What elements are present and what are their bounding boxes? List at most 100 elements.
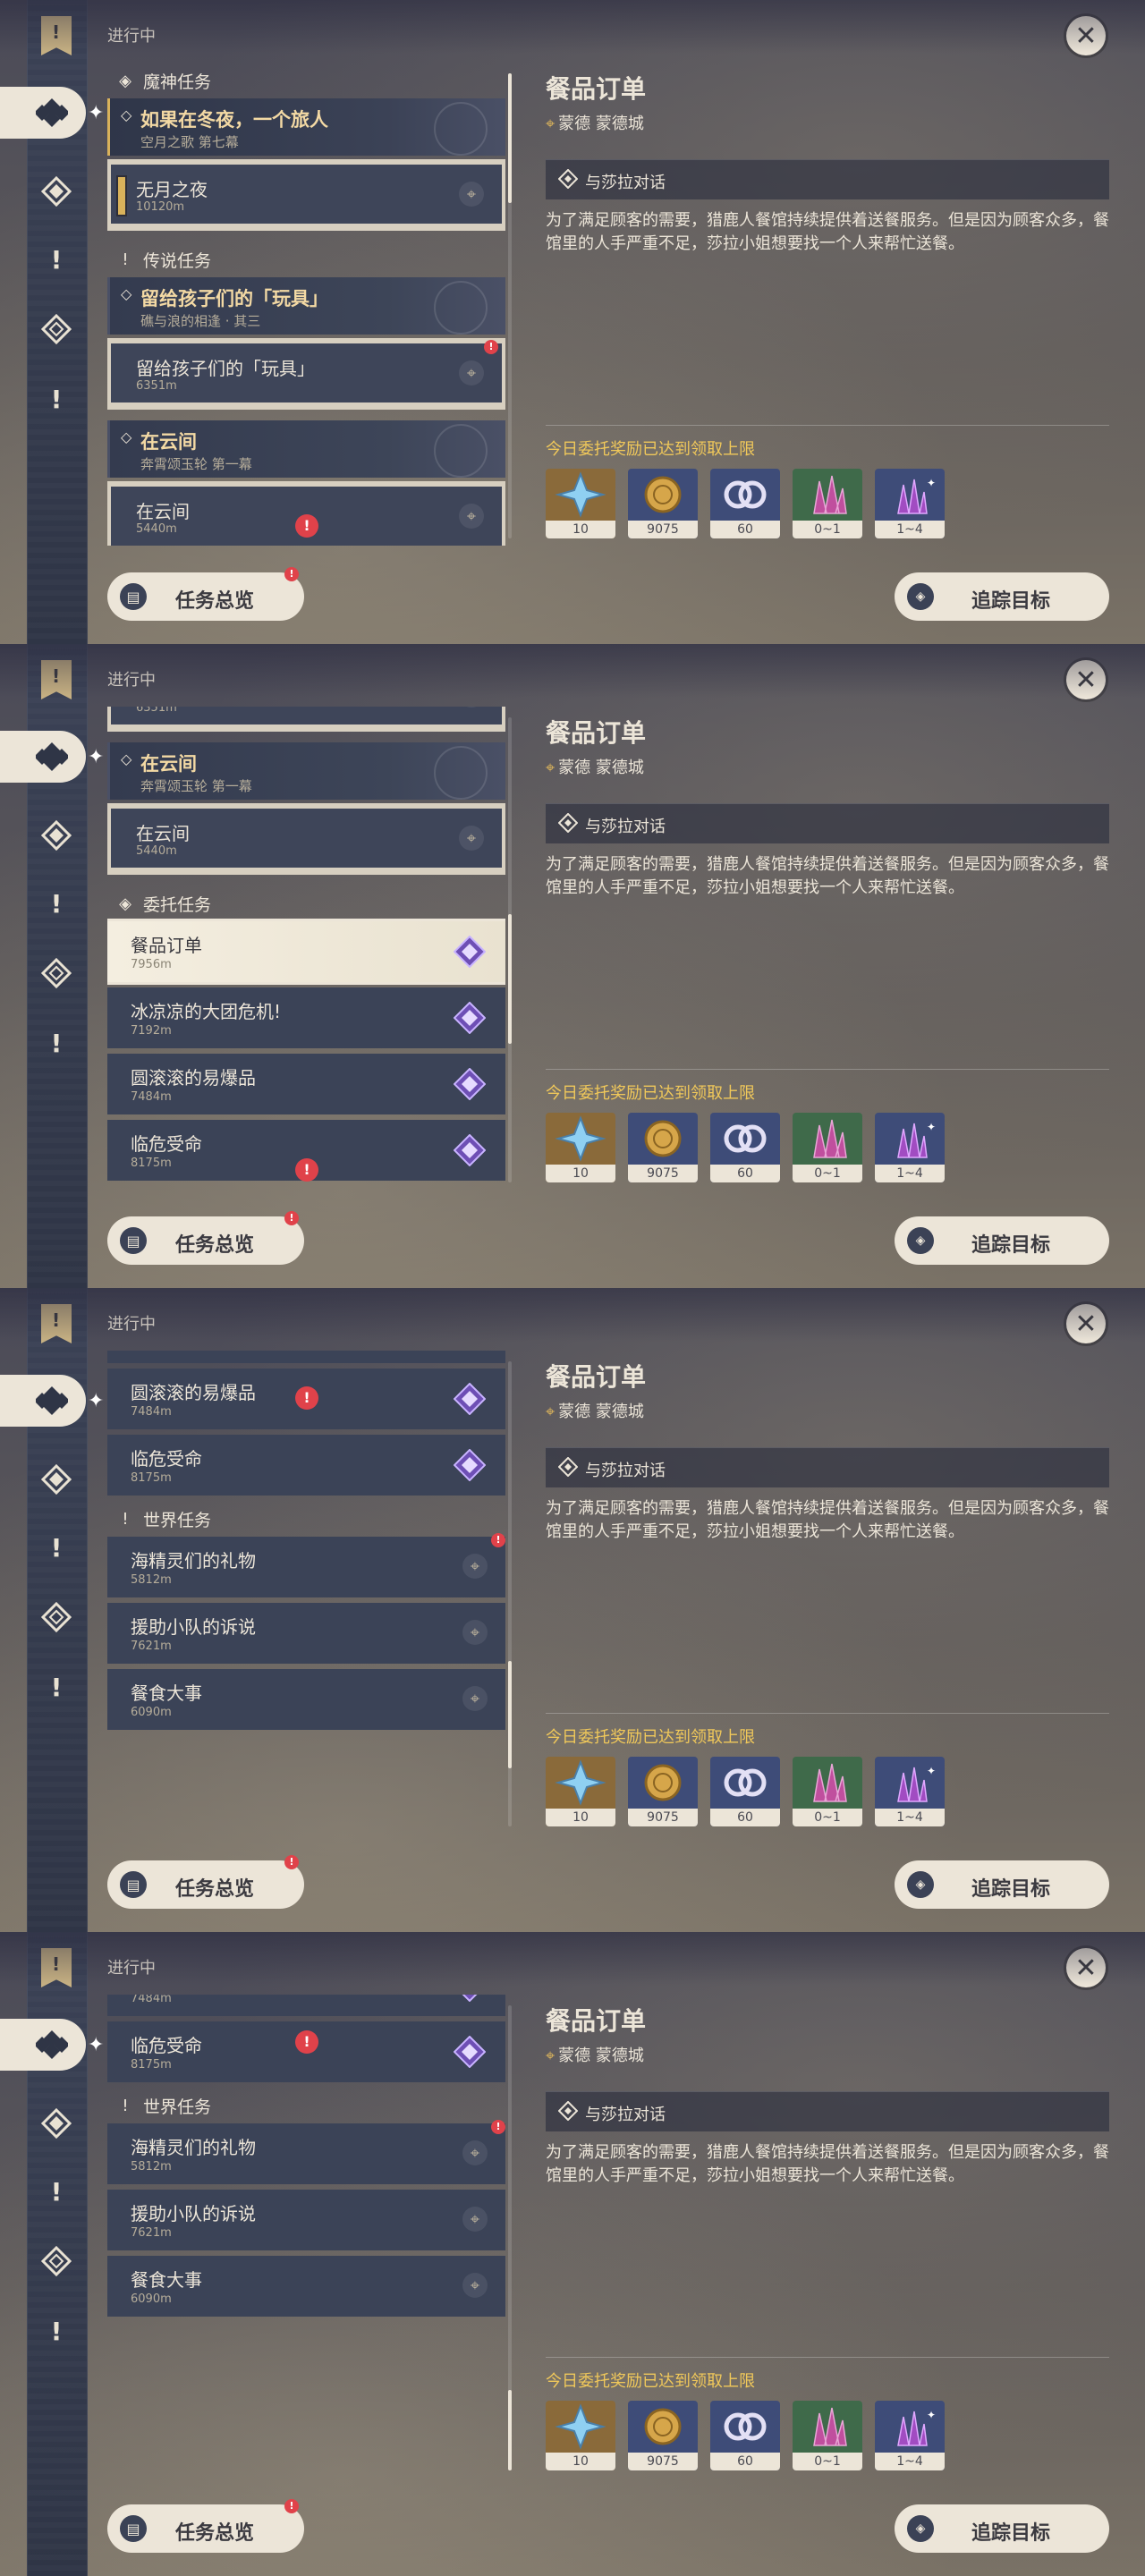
commission-item[interactable]: 圆滚滚的易爆品 7484m — [107, 1054, 505, 1114]
nav-story-icon[interactable]: ! — [40, 2175, 72, 2207]
world-quest-item[interactable]: 餐食大事 6090m ⌖ — [107, 1669, 505, 1730]
reward-count: 0~1 — [793, 1165, 862, 1182]
scrollbar[interactable] — [508, 73, 512, 538]
location-pin-icon[interactable]: ⌖ — [459, 504, 484, 529]
reward-crystal-chunk[interactable]: 0~1 — [793, 1113, 862, 1182]
close-button[interactable]: ✕ — [1066, 1948, 1106, 1987]
scrollbar[interactable] — [508, 2005, 512, 2470]
nav-story-icon[interactable]: ! — [40, 887, 72, 919]
reward-friendship-exp[interactable]: 60 — [710, 469, 780, 538]
quest-list[interactable]: ◈ 魔神任务 ◇ 如果在冬夜，一个旅人 空月之歌 第七幕 无月之夜 10120m… — [107, 63, 505, 546]
nav-archon-icon[interactable] — [40, 819, 72, 852]
location-pin-icon[interactable]: ⌖ — [462, 2273, 488, 2298]
commission-item[interactable]: 冰凉凉的大团危机! 7192m — [107, 1351, 505, 1363]
nav-world-icon[interactable]: ! — [40, 1671, 72, 1703]
subquest-item[interactable]: 留给孩子们的「玩具」 6351m ⌖ ! — [111, 340, 502, 402]
world-quest-item[interactable]: 餐食大事 6090m ⌖ — [107, 2256, 505, 2317]
legend-quest[interactable]: ◇ 在云间 奔霄颂玉轮 第一幕 — [107, 742, 505, 800]
location-pin-icon[interactable]: ⌖ — [459, 182, 484, 207]
location-pin-icon[interactable]: ⌖ — [462, 1686, 488, 1711]
commission-item[interactable]: 临危受命 8175m — [107, 1435, 505, 1496]
reward-primogem[interactable]: 10 — [546, 2401, 615, 2470]
nav-commission-icon[interactable] — [40, 313, 72, 345]
quest-list[interactable]: ◈ 魔神任务 ◇ 如果在冬夜，一个旅人 空月之歌 第七幕 无月之夜 10120m… — [107, 707, 505, 1190]
nav-world-icon[interactable]: ! — [40, 383, 72, 415]
reward-crystal-chunk[interactable]: 0~1 — [793, 1757, 862, 1826]
location-pin-icon[interactable]: ⌖ — [459, 360, 484, 386]
nav-world-icon[interactable]: ! — [40, 1027, 72, 1059]
track-objective-button[interactable]: ◈ 追踪目标 — [895, 2504, 1109, 2553]
reward-friendship-exp[interactable]: 60 — [710, 2401, 780, 2470]
close-button[interactable]: ✕ — [1066, 16, 1106, 55]
location-pin-icon[interactable]: ⌖ — [462, 2207, 488, 2232]
reward-crystal-shard[interactable]: ✦ 1~4 — [875, 1113, 945, 1182]
world-quest-item[interactable]: 海精灵们的礼物 5812m ⌖ ! — [107, 2120, 505, 2184]
scrollbar-thumb[interactable] — [508, 73, 512, 203]
quest-list[interactable]: ◈ 魔神任务 ◇ 如果在冬夜，一个旅人 空月之歌 第七幕 无月之夜 10120m… — [107, 1995, 505, 2478]
location-pin-icon[interactable]: ⌖ — [462, 2140, 488, 2165]
reward-crystal-shard[interactable]: ✦ 1~4 — [875, 1757, 945, 1826]
scrollbar[interactable] — [508, 1361, 512, 1826]
reward-mora[interactable]: 9075 — [628, 1113, 698, 1182]
subquest-distance: 10120m — [136, 200, 185, 214]
track-objective-button[interactable]: ◈ 追踪目标 — [895, 572, 1109, 621]
location-pin-icon[interactable]: ⌖ — [462, 1620, 488, 1645]
track-objective-button[interactable]: ◈ 追踪目标 — [895, 1860, 1109, 1909]
reward-primogem[interactable]: 10 — [546, 469, 615, 538]
location-pin-icon[interactable]: ⌖ — [459, 826, 484, 851]
subquest-item[interactable]: 留给孩子们的「玩具」 6351m ⌖ ! — [111, 707, 502, 724]
reward-primogem[interactable]: 10 — [546, 1113, 615, 1182]
nav-archon-icon[interactable] — [40, 175, 72, 208]
archon-quest[interactable]: ◇ 如果在冬夜，一个旅人 空月之歌 第七幕 — [107, 98, 505, 156]
nav-world-icon[interactable]: ! — [40, 2315, 72, 2347]
track-diamond-icon: ◈ — [907, 2515, 934, 2542]
subquest-item[interactable]: 在云间 5440m ⌖ — [111, 809, 502, 868]
reward-crystal-shard[interactable]: ✦ 1~4 — [875, 469, 945, 538]
nav-commission-icon[interactable] — [40, 2245, 72, 2277]
close-button[interactable]: ✕ — [1066, 660, 1106, 699]
world-quest-item[interactable]: 援助小队的诉说 7621m ⌖ — [107, 2190, 505, 2250]
overview-icon: ▤ — [120, 1871, 147, 1898]
nav-archon-icon[interactable] — [40, 2107, 72, 2140]
reward-friendship-exp[interactable]: 60 — [710, 1757, 780, 1826]
world-quest-title: 餐食大事 — [131, 2269, 202, 2291]
nav-story-icon[interactable]: ! — [40, 1531, 72, 1563]
nav-commission-icon[interactable] — [40, 1601, 72, 1633]
quest-overview-button[interactable]: ▤ 任务总览 ! — [107, 1855, 304, 1909]
quest-list[interactable]: ◈ 魔神任务 ◇ 如果在冬夜，一个旅人 空月之歌 第七幕 无月之夜 10120m… — [107, 1351, 505, 1834]
quest-overview-button[interactable]: ▤ 任务总览 ! — [107, 2499, 304, 2553]
scrollbar-thumb[interactable] — [508, 2390, 512, 2470]
quest-overview-button[interactable]: ▤ 任务总览 ! — [107, 567, 304, 621]
reward-crystal-chunk[interactable]: 0~1 — [793, 469, 862, 538]
nav-archon-icon[interactable] — [40, 1463, 72, 1496]
commission-item[interactable]: 餐品订单 7956m — [107, 921, 505, 982]
svg-text:✦: ✦ — [927, 1765, 936, 1777]
reward-crystal-shard[interactable]: ✦ 1~4 — [875, 2401, 945, 2470]
world-section-icon: ! — [122, 2096, 129, 2115]
legend-quest[interactable]: ◇ 留给孩子们的「玩具」 礁与浪的相逢 · 其三 — [107, 277, 505, 335]
world-quest-item[interactable]: 海精灵们的礼物 5812m ⌖ ! — [107, 1533, 505, 1597]
commission-item[interactable]: 冰凉凉的大团危机! 7192m — [107, 987, 505, 1048]
scrollbar[interactable] — [508, 717, 512, 1182]
reward-mora[interactable]: 9075 — [628, 2401, 698, 2470]
nav-story-icon[interactable]: ! — [40, 243, 72, 275]
track-objective-button[interactable]: ◈ 追踪目标 — [895, 1216, 1109, 1265]
scrollbar-thumb[interactable] — [508, 1661, 512, 1768]
scrollbar-thumb[interactable] — [508, 914, 512, 1044]
subquest-item[interactable]: 无月之夜 10120m ⌖ — [111, 165, 502, 224]
nav-commission-icon[interactable] — [40, 957, 72, 989]
location-pin-icon[interactable]: ⌖ — [459, 707, 484, 708]
mora-icon — [644, 476, 682, 513]
reward-crystal-chunk[interactable]: 0~1 — [793, 2401, 862, 2470]
nav-all-icon — [36, 742, 68, 771]
quest-overview-button[interactable]: ▤ 任务总览 ! — [107, 1211, 304, 1265]
close-button[interactable]: ✕ — [1066, 1304, 1106, 1343]
location-pin-icon[interactable]: ⌖ — [462, 1554, 488, 1579]
legend-quest[interactable]: ◇ 在云间 奔霄颂玉轮 第一幕 — [107, 420, 505, 478]
world-quest-item[interactable]: 援助小队的诉说 7621m ⌖ — [107, 1603, 505, 1664]
reward-friendship-exp[interactable]: 60 — [710, 1113, 780, 1182]
commission-item[interactable]: 圆滚滚的易爆品 7484m — [107, 1995, 505, 2016]
reward-mora[interactable]: 9075 — [628, 1757, 698, 1826]
reward-mora[interactable]: 9075 — [628, 469, 698, 538]
reward-primogem[interactable]: 10 — [546, 1757, 615, 1826]
